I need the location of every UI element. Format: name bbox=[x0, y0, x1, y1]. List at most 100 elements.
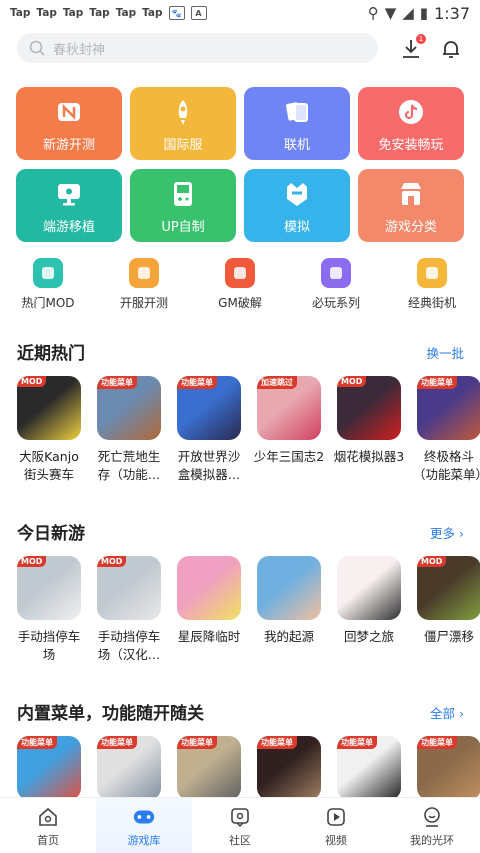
section-more-link[interactable]: 换一批 bbox=[426, 343, 464, 362]
rocket-icon bbox=[168, 97, 198, 127]
game-tag: 功能菜单 bbox=[97, 376, 137, 389]
signal-icon: ◢ bbox=[402, 4, 414, 22]
nav-label: 我的光环 bbox=[410, 834, 454, 847]
nav-label: 视频 bbox=[325, 834, 347, 847]
game-name: 烟花模拟器3 bbox=[333, 449, 405, 464]
section-more-link[interactable]: 全部 › bbox=[430, 703, 464, 722]
game-card[interactable]: MOD 僵尸漂移 bbox=[417, 556, 480, 664]
nav-item-gamepad[interactable]: 游戏库 bbox=[96, 798, 192, 853]
game-thumbnail: MOD bbox=[337, 376, 401, 440]
shop-icon bbox=[396, 179, 426, 209]
game-thumbnail: 加速跳过 bbox=[257, 376, 321, 440]
game-card[interactable]: MOD 大阪Kanjo街头赛车 bbox=[17, 376, 81, 484]
nav-item-home[interactable]: 首页 bbox=[0, 798, 96, 853]
game-thumbnail: 功能菜单 bbox=[177, 736, 241, 800]
shortcut-item[interactable]: 经典街机 bbox=[384, 258, 480, 311]
helmet-icon bbox=[282, 179, 312, 209]
game-tag: 功能菜单 bbox=[337, 736, 377, 749]
game-card[interactable]: 功能菜单 bbox=[97, 736, 161, 800]
shortcut-label: 热门MOD bbox=[21, 296, 75, 310]
game-card[interactable]: 功能菜单 开放世界沙盒模拟器… bbox=[177, 376, 241, 484]
game-tag: 功能菜单 bbox=[17, 736, 57, 749]
paw-icon: 🐾 bbox=[168, 6, 185, 20]
tile-label: 联机 bbox=[283, 138, 310, 153]
game-name: 死亡荒地生存（功能… bbox=[97, 449, 161, 482]
status-time: 1:37 bbox=[434, 3, 470, 23]
game-card[interactable]: 功能菜单 bbox=[337, 736, 401, 800]
game-card[interactable]: 功能菜单 bbox=[417, 736, 480, 800]
section-title: 今日新游 bbox=[17, 524, 85, 544]
category-tiles: 新游开测 国际服 联机 免安装畅玩端游移植 UP自制 模拟 游戏分类 bbox=[16, 87, 464, 242]
shortcut-label: 必玩系列 bbox=[311, 296, 360, 310]
wifi-icon: ▼ bbox=[384, 4, 397, 22]
community-icon bbox=[228, 806, 252, 828]
search-input[interactable]: 春秋封神 bbox=[17, 33, 378, 63]
game-thumbnail: MOD bbox=[17, 376, 81, 440]
tile-tiktok[interactable]: 免安装畅玩 bbox=[358, 87, 464, 160]
game-thumbnail: 功能菜单 bbox=[97, 376, 161, 440]
bt-icon bbox=[225, 258, 255, 288]
game-tag: MOD bbox=[97, 556, 127, 567]
shortcut-item[interactable]: 必玩系列 bbox=[288, 258, 384, 311]
game-tag: 加速跳过 bbox=[257, 376, 297, 389]
tile-n-badge[interactable]: 新游开测 bbox=[16, 87, 122, 160]
game-card[interactable]: 我的起源 bbox=[257, 556, 321, 664]
nav-item-community[interactable]: 社区 bbox=[192, 798, 288, 853]
game-thumbnail: 功能菜单 bbox=[17, 736, 81, 800]
nav-item-video[interactable]: 视频 bbox=[288, 798, 384, 853]
status-app: Tap bbox=[89, 7, 110, 19]
game-thumbnail: 功能菜单 bbox=[417, 376, 480, 440]
tile-label: 端游移植 bbox=[42, 220, 95, 235]
status-app: Tap bbox=[10, 7, 31, 19]
game-card[interactable]: 星辰降临时 bbox=[177, 556, 241, 664]
tile-cards[interactable]: 联机 bbox=[244, 87, 350, 160]
game-card[interactable]: MOD 烟花模拟器3 bbox=[334, 376, 404, 484]
tile-monitor[interactable]: 端游移植 bbox=[16, 169, 122, 242]
game-name: 僵尸漂移 bbox=[423, 629, 474, 644]
shortcut-item[interactable]: 开服开测 bbox=[96, 258, 192, 311]
game-card[interactable]: 功能菜单死亡荒地生存（功能… bbox=[97, 376, 161, 484]
game-card[interactable]: MOD 手动挡停车场 bbox=[17, 556, 81, 664]
shortcut-item[interactable]: GM破解 bbox=[192, 258, 288, 311]
home-icon bbox=[36, 806, 60, 828]
tile-label: 国际服 bbox=[163, 138, 203, 153]
search-icon bbox=[29, 40, 45, 56]
game-card[interactable]: 功能菜单 bbox=[177, 736, 241, 800]
game-card[interactable]: 功能菜单 bbox=[257, 736, 321, 800]
game-card[interactable]: 加速跳过 少年三国志2 bbox=[254, 376, 324, 484]
bottom-nav: 首页 游戏库 社区 视频 我的光环 bbox=[0, 797, 480, 853]
section-more-link[interactable]: 更多 › bbox=[430, 523, 464, 542]
n-badge-icon bbox=[54, 97, 84, 127]
planet-icon bbox=[321, 258, 351, 288]
shortcut-item[interactable]: 热门MOD bbox=[0, 258, 96, 311]
gamepad-icon bbox=[132, 806, 156, 828]
game-tag: 功能菜单 bbox=[177, 736, 217, 749]
nav-item-profile[interactable]: 我的光环 bbox=[384, 798, 480, 853]
tile-rocket[interactable]: 国际服 bbox=[130, 87, 236, 160]
game-card[interactable]: MOD 手动挡停车场（汉化… bbox=[97, 556, 161, 664]
nav-label: 游戏库 bbox=[127, 834, 161, 847]
game-thumbnail: 功能菜单 bbox=[177, 376, 241, 440]
game-card[interactable]: 功能菜单 bbox=[17, 736, 81, 800]
tile-shop[interactable]: 游戏分类 bbox=[358, 169, 464, 242]
download-button[interactable]: 1 bbox=[398, 34, 426, 62]
tile-gameboy[interactable]: UP自制 bbox=[130, 169, 236, 242]
game-tag: MOD bbox=[17, 376, 47, 387]
tile-helmet[interactable]: 模拟 bbox=[244, 169, 350, 242]
tiktok-icon bbox=[396, 97, 426, 127]
game-tag: 功能菜单 bbox=[97, 736, 137, 749]
game-tag: 功能菜单 bbox=[417, 736, 457, 749]
tile-label: 新游开测 bbox=[42, 138, 95, 153]
location-icon: ⚲ bbox=[367, 4, 379, 22]
game-thumbnail: MOD bbox=[17, 556, 81, 620]
game-card[interactable]: 回梦之旅 bbox=[337, 556, 401, 664]
game-card[interactable]: 功能菜单终极格斗（功能菜单） bbox=[413, 376, 480, 484]
shortcut-label: 经典街机 bbox=[407, 296, 456, 310]
status-app: Tap bbox=[115, 7, 137, 19]
n-icon bbox=[129, 258, 159, 288]
status-app: Tap bbox=[142, 7, 163, 19]
game-name: 回梦之旅 bbox=[343, 629, 394, 644]
tile-label: 免安装畅玩 bbox=[378, 138, 444, 153]
search-placeholder: 春秋封神 bbox=[53, 42, 106, 58]
notification-button[interactable] bbox=[438, 36, 464, 62]
